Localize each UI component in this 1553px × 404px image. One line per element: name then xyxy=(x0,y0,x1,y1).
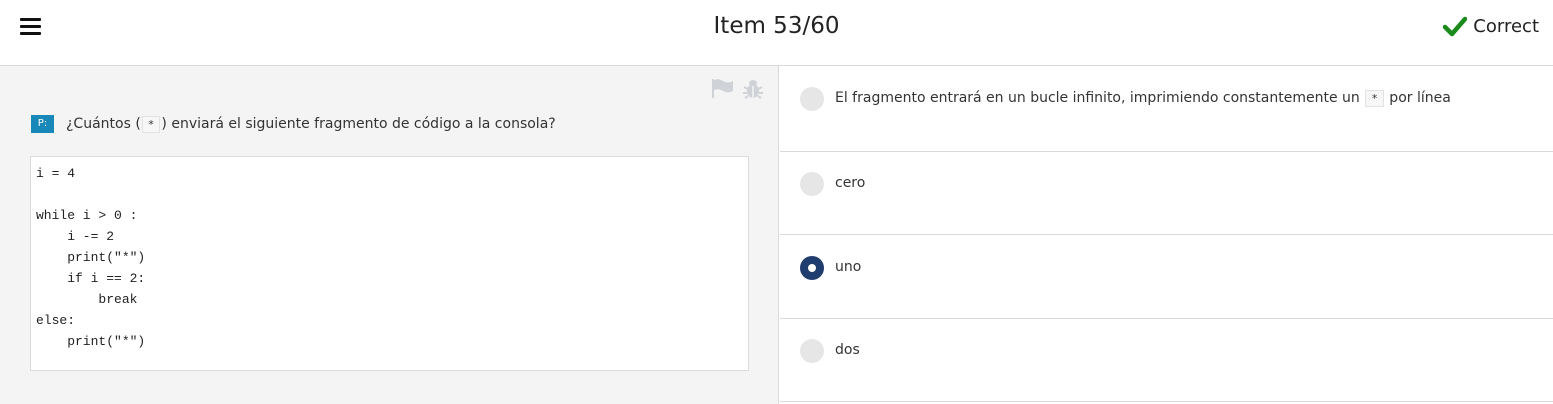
option-label: dos xyxy=(835,342,860,358)
question-badge: P: xyxy=(31,115,54,133)
status-indicator: Correct xyxy=(1443,15,1539,37)
option-inline-code: * xyxy=(1365,90,1384,107)
header-bar: Item 53/60 Correct xyxy=(0,0,1553,66)
bug-icon[interactable] xyxy=(742,77,764,99)
question-panel: P: ¿Cuántos ( * ) enviará el siguiente f… xyxy=(0,66,779,404)
answer-option-3[interactable]: uno xyxy=(780,235,1553,319)
code-text: i = 4 while i > 0 : i -= 2 print("*") if… xyxy=(36,166,146,349)
radio-button-selected[interactable] xyxy=(800,256,824,280)
radio-button[interactable] xyxy=(800,87,824,111)
question-text-before: ¿Cuántos ( xyxy=(66,116,141,132)
option-label: cero xyxy=(835,175,866,191)
question-text: P: ¿Cuántos ( * ) enviará el siguiente f… xyxy=(31,115,556,133)
answer-option-4[interactable]: dos xyxy=(780,319,1553,402)
code-block: i = 4 while i > 0 : i -= 2 print("*") if… xyxy=(30,156,749,371)
option-text-before: El fragmento entrará en un bucle infinit… xyxy=(835,90,1365,106)
question-inline-code: * xyxy=(141,115,161,133)
radio-button[interactable] xyxy=(800,339,824,363)
answer-option-1[interactable]: El fragmento entrará en un bucle infinit… xyxy=(780,66,1553,152)
answer-options: El fragmento entrará en un bucle infinit… xyxy=(780,66,1553,404)
option-label: El fragmento entrará en un bucle infinit… xyxy=(835,90,1451,107)
option-text-after: por línea xyxy=(1384,90,1451,106)
question-text-after: ) enviará el siguiente fragmento de códi… xyxy=(161,116,556,132)
check-icon xyxy=(1443,16,1468,37)
page-title: Item 53/60 xyxy=(713,13,840,39)
answer-option-2[interactable]: cero xyxy=(780,152,1553,235)
radio-button[interactable] xyxy=(800,172,824,196)
status-label: Correct xyxy=(1473,15,1539,37)
flag-icon[interactable] xyxy=(711,78,734,98)
option-label: uno xyxy=(835,259,862,275)
